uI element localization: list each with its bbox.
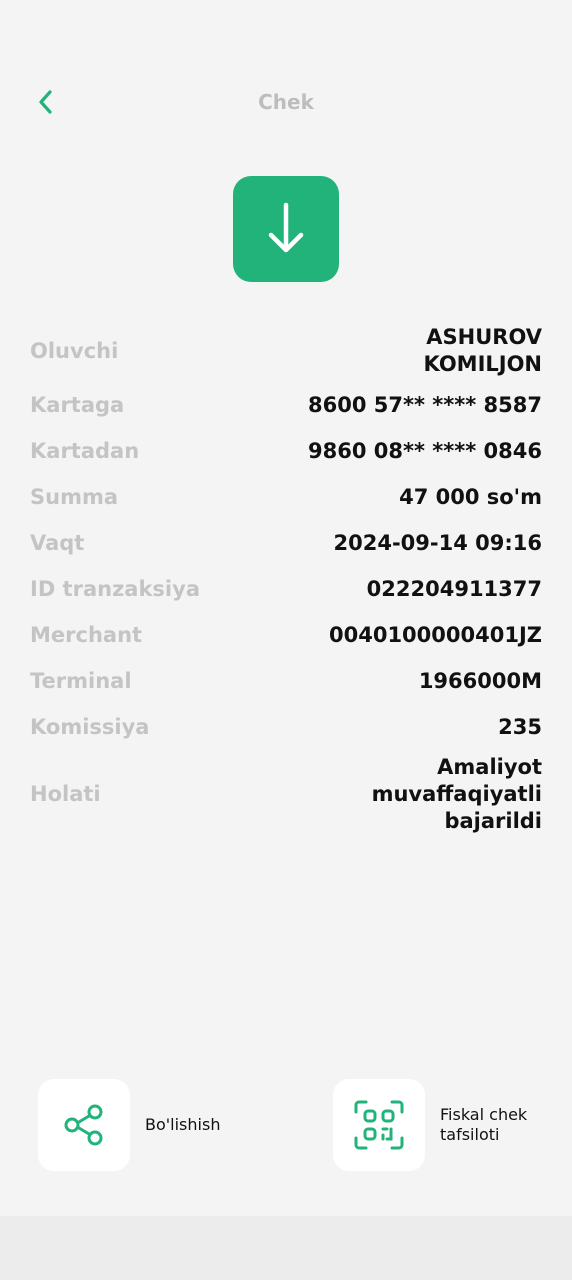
bottom-bar (0, 1216, 572, 1280)
detail-label: Terminal (30, 669, 132, 693)
detail-value: 8600 57** **** 8587 (308, 392, 542, 417)
share-tile[interactable] (38, 1079, 130, 1171)
detail-value: 2024-09-14 09:16 (333, 530, 542, 555)
share-label: Bo'lishish (145, 1115, 221, 1134)
detail-row-to-card: Kartaga 8600 57** **** 8587 (30, 382, 542, 428)
fiscal-receipt-button[interactable]: Fiskal chek tafsiloti (333, 1079, 550, 1171)
detail-value: 1966000M (418, 668, 542, 693)
detail-value: 235 (498, 714, 542, 739)
detail-row-terminal: Terminal 1966000M (30, 658, 542, 704)
detail-value: 47 000 so'm (399, 484, 542, 509)
detail-label: ID tranzaksiya (30, 577, 200, 601)
detail-row-time: Vaqt 2024-09-14 09:16 (30, 520, 542, 566)
detail-value: Amaliyot muvaffaqiyatli bajarildi (371, 754, 542, 833)
detail-row-merchant: Merchant 0040100000401JZ (30, 612, 542, 658)
share-icon (64, 1104, 103, 1146)
detail-label: Vaqt (30, 531, 85, 555)
detail-label: Summa (30, 485, 119, 509)
action-bar: Bo'lishish Fiskal chek tafsiloti (0, 1079, 572, 1171)
page-title: Chek (258, 90, 314, 114)
detail-row-recipient: Oluvchi ASHUROV KOMILJON (30, 322, 542, 382)
detail-label: Kartadan (30, 439, 140, 463)
detail-value: 0040100000401JZ (329, 622, 542, 647)
receipt-download-badge (233, 176, 339, 282)
detail-label: Oluvchi (30, 339, 119, 363)
detail-value: 022204911377 (366, 576, 542, 601)
share-button[interactable]: Bo'lishish (38, 1079, 220, 1171)
detail-label: Komissiya (30, 715, 150, 739)
qr-scan-icon (354, 1100, 404, 1150)
detail-label: Merchant (30, 623, 143, 647)
detail-value: ASHUROV KOMILJON (423, 325, 542, 376)
detail-row-commission: Komissiya 235 (30, 704, 542, 750)
receipt-details: Oluvchi ASHUROV KOMILJON Kartaga 8600 57… (30, 322, 542, 840)
detail-label: Holati (30, 782, 101, 806)
detail-label: Kartaga (30, 393, 125, 417)
detail-value: 9860 08** **** 0846 (308, 438, 542, 463)
fiscal-label: Fiskal chek tafsiloti (440, 1105, 528, 1144)
detail-row-amount: Summa 47 000 so'm (30, 474, 542, 520)
detail-row-status: Holati Amaliyot muvaffaqiyatli bajarildi (30, 750, 542, 840)
detail-row-from-card: Kartadan 9860 08** **** 0846 (30, 428, 542, 474)
fiscal-tile[interactable] (333, 1079, 425, 1171)
header: Chek (0, 80, 572, 124)
detail-row-transaction-id: ID tranzaksiya 022204911377 (30, 566, 542, 612)
arrow-down-icon (268, 202, 304, 253)
